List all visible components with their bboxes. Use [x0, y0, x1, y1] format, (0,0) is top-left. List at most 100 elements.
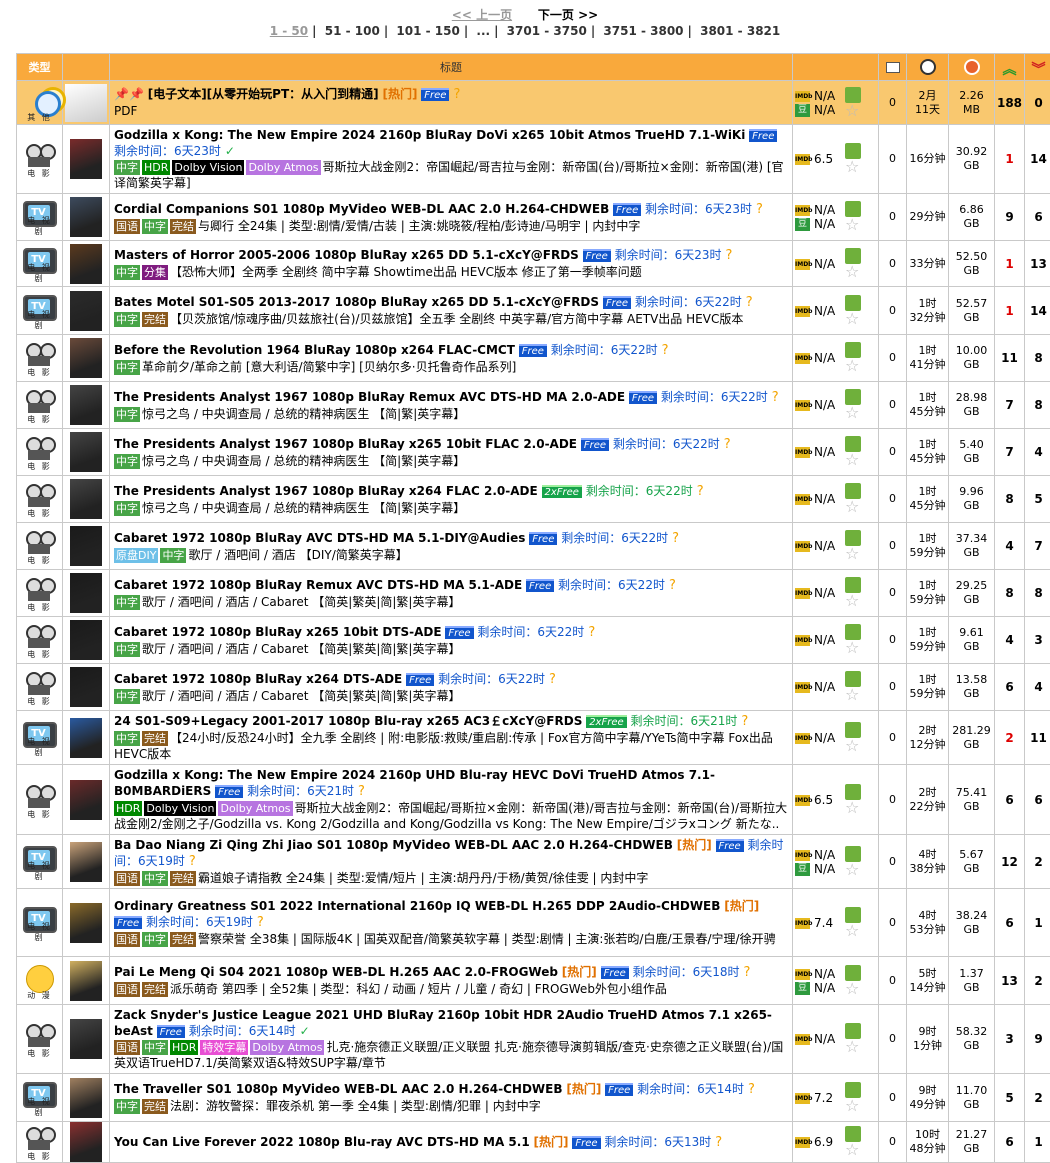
leechers-count[interactable]: 1 — [1025, 1122, 1050, 1163]
seeders-count[interactable]: 7 — [995, 382, 1025, 429]
comments-count[interactable]: 0 — [879, 570, 907, 617]
hint-question-icon[interactable]: ? — [549, 672, 556, 687]
col-seeders[interactable]: ︽ — [995, 54, 1025, 81]
category-icon[interactable]: 电 影 — [23, 528, 57, 564]
seeders-count[interactable]: 7 — [995, 429, 1025, 476]
comments-count[interactable]: 0 — [879, 382, 907, 429]
leechers-count[interactable]: 2 — [1025, 957, 1050, 1005]
leechers-count[interactable]: 8 — [1025, 382, 1050, 429]
poster-thumbnail[interactable] — [70, 244, 102, 284]
poster-thumbnail[interactable] — [70, 385, 102, 425]
bookmark-star-icon[interactable]: ☆ — [845, 358, 863, 374]
page-range-link[interactable]: 101 - 150 — [396, 24, 459, 38]
category-cell[interactable]: 电 影 — [17, 1005, 63, 1074]
seeders-count[interactable]: 6 — [995, 765, 1025, 835]
torrent-name-link[interactable]: Before the Revolution 1964 BluRay 1080p … — [114, 343, 515, 357]
page-range-link[interactable]: 1 - 50 — [270, 24, 308, 38]
torrent-name-link[interactable]: Masters of Horror 2005-2006 1080p BluRay… — [114, 248, 579, 262]
category-icon[interactable]: 电 影 — [23, 481, 57, 517]
seeders-count[interactable]: 13 — [995, 957, 1025, 1005]
hint-question-icon[interactable]: ? — [588, 625, 595, 640]
comments-count[interactable]: 0 — [879, 523, 907, 570]
comments-count[interactable]: 0 — [879, 957, 907, 1005]
hint-question-icon[interactable]: ? — [748, 1082, 755, 1097]
torrent-name-link[interactable]: Cordial Companions S01 1080p MyVideo WEB… — [114, 202, 609, 216]
leechers-count[interactable]: 8 — [1025, 335, 1050, 382]
seeders-count[interactable]: 1 — [995, 125, 1025, 194]
bookmark-star-icon[interactable]: ☆ — [845, 452, 863, 468]
category-cell[interactable]: 电 视 剧 — [17, 711, 63, 765]
bookmark-star-icon[interactable]: ☆ — [845, 264, 863, 280]
seeders-count[interactable]: 12 — [995, 835, 1025, 889]
category-cell[interactable]: 其 他 — [17, 81, 63, 125]
torrent-name-link[interactable]: The Traveller S01 1080p MyVideo WEB-DL A… — [114, 1082, 563, 1096]
bookmark-star-icon[interactable]: ☆ — [845, 103, 863, 119]
seeders-count[interactable]: 8 — [995, 476, 1025, 523]
poster-thumbnail[interactable] — [70, 718, 102, 758]
bookmark-star-icon[interactable]: ☆ — [845, 593, 863, 609]
category-cell[interactable]: 电 影 — [17, 617, 63, 664]
leechers-count[interactable]: 14 — [1025, 287, 1050, 335]
comments-count[interactable]: 0 — [879, 765, 907, 835]
leechers-count[interactable]: 8 — [1025, 570, 1050, 617]
hint-question-icon[interactable]: ? — [453, 87, 460, 102]
category-icon[interactable]: 电 影 — [23, 782, 57, 818]
bookmark-star-icon[interactable]: ☆ — [845, 217, 863, 233]
col-title[interactable]: 标题 — [110, 54, 793, 81]
comments-count[interactable]: 0 — [879, 429, 907, 476]
leechers-count[interactable]: 5 — [1025, 476, 1050, 523]
leechers-count[interactable]: 4 — [1025, 429, 1050, 476]
torrent-name-link[interactable]: Cabaret 1972 1080p BluRay x264 DTS-ADE — [114, 672, 402, 686]
category-icon[interactable]: 电 影 — [23, 622, 57, 658]
category-icon[interactable]: 电 影 — [23, 387, 57, 423]
page-range-link[interactable]: 51 - 100 — [325, 24, 380, 38]
category-cell[interactable]: 电 影 — [17, 523, 63, 570]
leechers-count[interactable]: 0 — [1025, 81, 1050, 125]
category-icon[interactable]: 其 他 — [23, 85, 57, 121]
leechers-count[interactable]: 2 — [1025, 835, 1050, 889]
leechers-count[interactable]: 3 — [1025, 617, 1050, 664]
leechers-count[interactable]: 1 — [1025, 889, 1050, 957]
category-cell[interactable]: 电 视 剧 — [17, 835, 63, 889]
bookmark-star-icon[interactable]: ☆ — [845, 1039, 863, 1055]
category-icon[interactable]: 电 视 剧 — [23, 905, 57, 941]
poster-thumbnail[interactable] — [70, 432, 102, 472]
comments-count[interactable]: 0 — [879, 476, 907, 523]
bookmark-star-icon[interactable]: ☆ — [845, 1142, 863, 1158]
seeders-count[interactable]: 8 — [995, 570, 1025, 617]
comments-count[interactable]: 0 — [879, 1005, 907, 1074]
torrent-name-link[interactable]: Cabaret 1972 1080p BluRay x265 10bit DTS… — [114, 625, 442, 639]
bookmark-star-icon[interactable]: ☆ — [845, 405, 863, 421]
seeders-count[interactable]: 4 — [995, 617, 1025, 664]
poster-thumbnail[interactable] — [65, 84, 107, 122]
category-cell[interactable]: 电 影 — [17, 570, 63, 617]
comments-count[interactable]: 0 — [879, 287, 907, 335]
hint-question-icon[interactable]: ? — [715, 1135, 722, 1150]
hint-question-icon[interactable]: ? — [772, 390, 779, 405]
category-cell[interactable]: 电 影 — [17, 382, 63, 429]
category-cell[interactable]: 电 影 — [17, 125, 63, 194]
category-icon[interactable]: 电 影 — [23, 669, 57, 705]
torrent-name-link[interactable]: 24 S01-S09+Legacy 2001-2017 1080p Blu-ra… — [114, 714, 582, 728]
seeders-count[interactable]: 4 — [995, 523, 1025, 570]
hint-question-icon[interactable]: ? — [746, 295, 753, 310]
category-cell[interactable]: 电 影 — [17, 1122, 63, 1163]
bookmark-star-icon[interactable]: ☆ — [845, 687, 863, 703]
comments-count[interactable]: 0 — [879, 711, 907, 765]
page-range-link[interactable]: 3701 - 3750 — [507, 24, 587, 38]
category-icon[interactable]: 电 视 剧 — [23, 246, 57, 282]
torrent-name-link[interactable]: Cabaret 1972 1080p BluRay AVC DTS-HD MA … — [114, 531, 525, 545]
col-leechers[interactable]: ︾ — [1025, 54, 1050, 81]
category-icon[interactable]: 电 影 — [23, 1124, 57, 1160]
comments-count[interactable]: 0 — [879, 241, 907, 287]
comments-count[interactable]: 0 — [879, 125, 907, 194]
category-icon[interactable]: 电 视 剧 — [23, 199, 57, 235]
seeders-count[interactable]: 1 — [995, 287, 1025, 335]
category-icon[interactable]: 电 视 剧 — [23, 844, 57, 880]
torrent-name-link[interactable]: Ordinary Greatness S01 2022 Internationa… — [114, 899, 720, 913]
poster-thumbnail[interactable] — [70, 780, 102, 820]
category-cell[interactable]: 电 视 剧 — [17, 287, 63, 335]
hint-question-icon[interactable]: ? — [257, 915, 264, 930]
leechers-count[interactable]: 9 — [1025, 1005, 1050, 1074]
col-time[interactable] — [907, 54, 949, 81]
